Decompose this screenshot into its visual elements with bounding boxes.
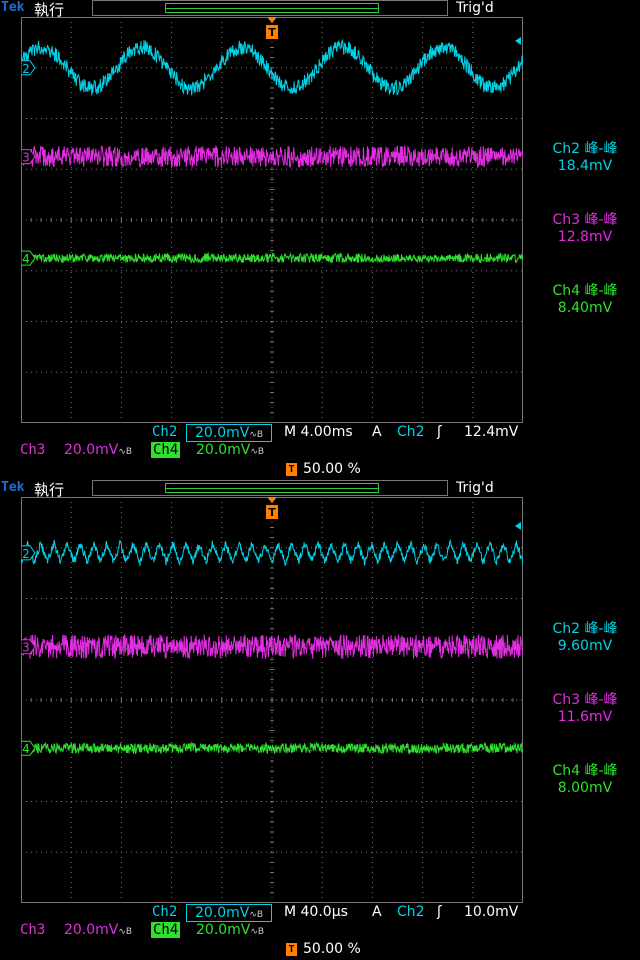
ch2-name: Ch2: [152, 424, 178, 440]
measurement-label: Ch3 峰-峰: [552, 692, 618, 708]
bandwidth-limit-icon: ∿B: [250, 447, 265, 457]
trigger-mode: A: [372, 424, 382, 440]
measurement-ch2: Ch2 峰-峰 9.60mV: [530, 621, 640, 655]
ch3-scale-value: 20.0mV: [64, 442, 119, 458]
bandwidth-limit-icon: ∿B: [249, 430, 264, 440]
trigger-source: Ch2: [397, 424, 425, 440]
measurement-label: Ch3 峰-峰: [552, 212, 618, 228]
svg-text:T: T: [268, 26, 276, 39]
ch2-scale: 20.0mV∿B: [186, 424, 273, 442]
ch4-name: Ch4: [151, 922, 181, 938]
ch4-scale: 20.0mV∿B: [196, 922, 264, 938]
trigger-position-icon: T: [286, 943, 297, 956]
record-position-bar: [92, 480, 448, 496]
record-position-bar: [92, 0, 448, 16]
ch3-name: Ch3: [20, 442, 46, 458]
trigger-status: Trig'd: [456, 0, 494, 16]
ch3-scale: 20.0mV∿B: [64, 442, 132, 458]
waveform-ch4: [21, 741, 523, 756]
svg-text:4: 4: [22, 252, 30, 266]
bandwidth-limit-icon: ∿B: [118, 927, 133, 937]
measurement-ch3: Ch3 峰-峰 12.8mV: [530, 212, 640, 246]
waveform-display: T 2 3 4: [21, 17, 523, 423]
ch3-scale-value: 20.0mV: [64, 922, 119, 938]
ch2-name: Ch2: [152, 904, 178, 920]
waveform-ch4: [21, 251, 523, 264]
measurement-label: Ch2 峰-峰: [552, 621, 618, 637]
trigger-level-marker[interactable]: [515, 36, 521, 45]
timebase: M 40.0µs: [284, 904, 348, 920]
ch2-scale-value: 20.0mV: [195, 905, 250, 921]
measurement-value: 18.4mV: [557, 158, 613, 174]
svg-text:T: T: [268, 506, 276, 519]
measurement-value: 12.8mV: [557, 229, 613, 245]
rising-edge-icon: ʃ: [437, 904, 442, 920]
channel-marker-4[interactable]: 4: [21, 740, 36, 756]
ch2-scale-value: 20.0mV: [195, 425, 250, 441]
trigger-level-marker[interactable]: [515, 521, 521, 530]
svg-text:3: 3: [22, 641, 30, 655]
waveform-ch3: [21, 633, 523, 660]
trigger-T-icon: T: [266, 17, 278, 39]
measurement-value: 11.6mV: [557, 709, 613, 725]
ch4-name: Ch4: [151, 442, 181, 458]
measurement-ch4: Ch4 峰-峰 8.40mV: [530, 283, 640, 317]
brand-logo: Tek: [1, 0, 25, 15]
graticule: [21, 497, 523, 903]
scope-panel-top: Tek 執行 Trig'd T234 Ch2 峰-峰 18.4mV Ch3 峰-…: [0, 0, 640, 480]
timebase: M 4.00ms: [284, 424, 353, 440]
ch2-scale: 20.0mV∿B: [186, 904, 273, 922]
trigger-level: 12.4mV: [464, 424, 519, 440]
record-midline: [165, 488, 379, 489]
bandwidth-limit-icon: ∿B: [118, 447, 133, 457]
rising-edge-icon: ʃ: [437, 424, 442, 440]
trigger-T-icon: T: [266, 497, 278, 519]
trigger-status: Trig'd: [456, 480, 494, 496]
channel-marker-4[interactable]: 4: [21, 250, 36, 266]
measurement-value: 8.00mV: [557, 780, 613, 796]
trigger-position-icon: T: [286, 463, 297, 476]
measurement-ch3: Ch3 峰-峰 11.6mV: [530, 692, 640, 726]
svg-text:2: 2: [22, 547, 30, 561]
record-midline: [165, 8, 379, 9]
ch3-name: Ch3: [20, 922, 46, 938]
trigger-position: 50.00 %: [303, 461, 361, 477]
measurement-ch4: Ch4 峰-峰 8.00mV: [530, 763, 640, 797]
measurement-value: 9.60mV: [557, 638, 613, 654]
measurement-label: Ch2 峰-峰: [552, 141, 618, 157]
ch4-scale-value: 20.0mV: [196, 442, 251, 458]
svg-text:2: 2: [22, 62, 30, 76]
ch4-scale: 20.0mV∿B: [196, 442, 264, 458]
svg-text:4: 4: [22, 742, 30, 756]
measurement-label: Ch4 峰-峰: [552, 283, 618, 299]
trigger-position: 50.00 %: [303, 941, 361, 957]
measurement-value: 8.40mV: [557, 300, 613, 316]
trigger-level: 10.0mV: [464, 904, 519, 920]
scope-panel-bottom: Tek 執行 Trig'd T234 Ch2 峰-峰 9.60mV Ch3 峰-…: [0, 480, 640, 960]
bandwidth-limit-icon: ∿B: [249, 910, 264, 920]
svg-text:3: 3: [22, 151, 30, 165]
brand-logo: Tek: [1, 480, 25, 495]
trigger-mode: A: [372, 904, 382, 920]
ch3-scale: 20.0mV∿B: [64, 922, 132, 938]
trigger-source: Ch2: [397, 904, 425, 920]
measurement-ch2: Ch2 峰-峰 18.4mV: [530, 141, 640, 175]
channel-marker-2[interactable]: 2: [21, 60, 36, 76]
ch4-scale-value: 20.0mV: [196, 922, 251, 938]
bandwidth-limit-icon: ∿B: [250, 927, 265, 937]
measurement-label: Ch4 峰-峰: [552, 763, 618, 779]
waveform-display: T 2 3 4: [21, 497, 523, 903]
